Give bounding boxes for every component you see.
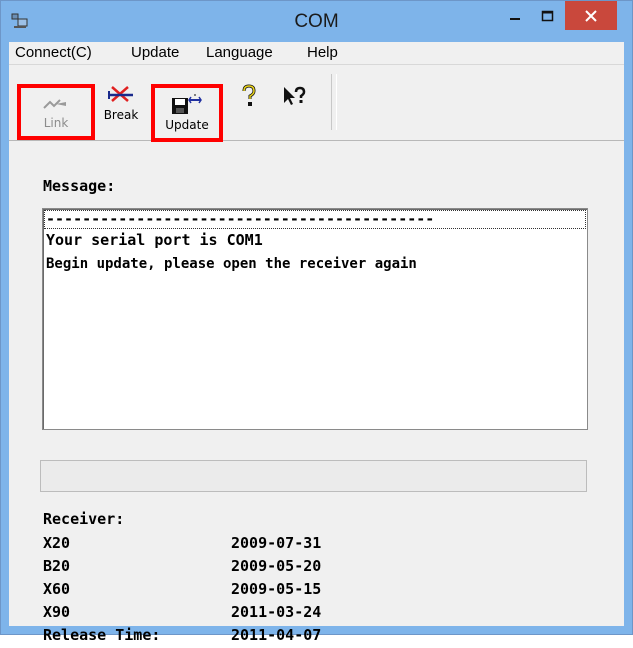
update-button[interactable]: Update — [151, 84, 223, 142]
context-help-button[interactable] — [277, 78, 311, 128]
link-button[interactable]: Link — [17, 84, 95, 140]
message-label: Message: — [43, 177, 116, 195]
receiver-row: X20 2009-07-31 — [43, 534, 443, 556]
receiver-date: 2009-05-15 — [231, 580, 322, 598]
break-button[interactable]: Break — [95, 78, 147, 128]
maximize-button[interactable] — [533, 1, 561, 30]
link-label: Link — [43, 116, 69, 130]
menu-update[interactable]: Update — [131, 44, 179, 61]
link-icon — [43, 99, 66, 109]
save-update-icon — [172, 94, 202, 114]
context-help-icon — [284, 86, 306, 105]
receiver-row: X60 2009-05-15 — [43, 580, 443, 602]
menu-help[interactable]: Help — [307, 44, 338, 61]
receiver-date: 2009-07-31 — [231, 534, 322, 552]
message-line: Begin update, please open the receiver a… — [46, 256, 417, 272]
receiver-name: X90 — [43, 603, 71, 621]
receiver-row: X90 2011-03-24 — [43, 603, 443, 625]
toolbar-separator — [331, 74, 337, 130]
release-time-label: Release Time: — [43, 626, 161, 644]
break-icon — [108, 86, 133, 102]
close-button[interactable] — [565, 1, 617, 30]
menu-connect[interactable]: Connect(C) — [15, 44, 92, 61]
minimize-icon — [510, 17, 520, 20]
app-window: COM Connect(C) Update Language Help Link — [0, 0, 633, 644]
receiver-label: Receiver: — [43, 510, 125, 528]
minimize-button[interactable] — [501, 1, 529, 30]
receiver-row: B20 2009-05-20 — [43, 557, 443, 579]
update-label: Update — [165, 118, 209, 132]
receiver-name: X60 — [43, 580, 71, 598]
receiver-date: 2009-05-20 — [231, 557, 322, 575]
question-mark-icon — [242, 84, 256, 106]
break-label: Break — [103, 108, 139, 122]
client-area: Connect(C) Update Language Help Link Bre… — [9, 42, 624, 644]
maximize-icon — [541, 10, 553, 21]
receiver-date: 2011-03-24 — [231, 603, 322, 621]
progress-bar — [40, 460, 587, 492]
message-box[interactable]: ----------------------------------------… — [42, 208, 588, 430]
message-line: Your serial port is COM1 — [46, 231, 263, 249]
help-button[interactable] — [234, 78, 264, 128]
menu-language[interactable]: Language — [206, 44, 273, 61]
menu-bar: Connect(C) Update Language Help — [9, 42, 624, 65]
close-icon — [585, 9, 597, 22]
receiver-name: B20 — [43, 557, 71, 575]
toolbar: Link Break Update — [9, 66, 624, 142]
main-panel: Message: -------------------------------… — [9, 142, 624, 644]
receiver-name: X20 — [43, 534, 71, 552]
release-time-date: 2011-04-07 — [231, 626, 322, 644]
release-time-row: Release Time: 2011-04-07 — [43, 626, 443, 648]
message-line: ----------------------------------------… — [46, 210, 435, 228]
title-bar[interactable]: COM — [1, 1, 632, 42]
